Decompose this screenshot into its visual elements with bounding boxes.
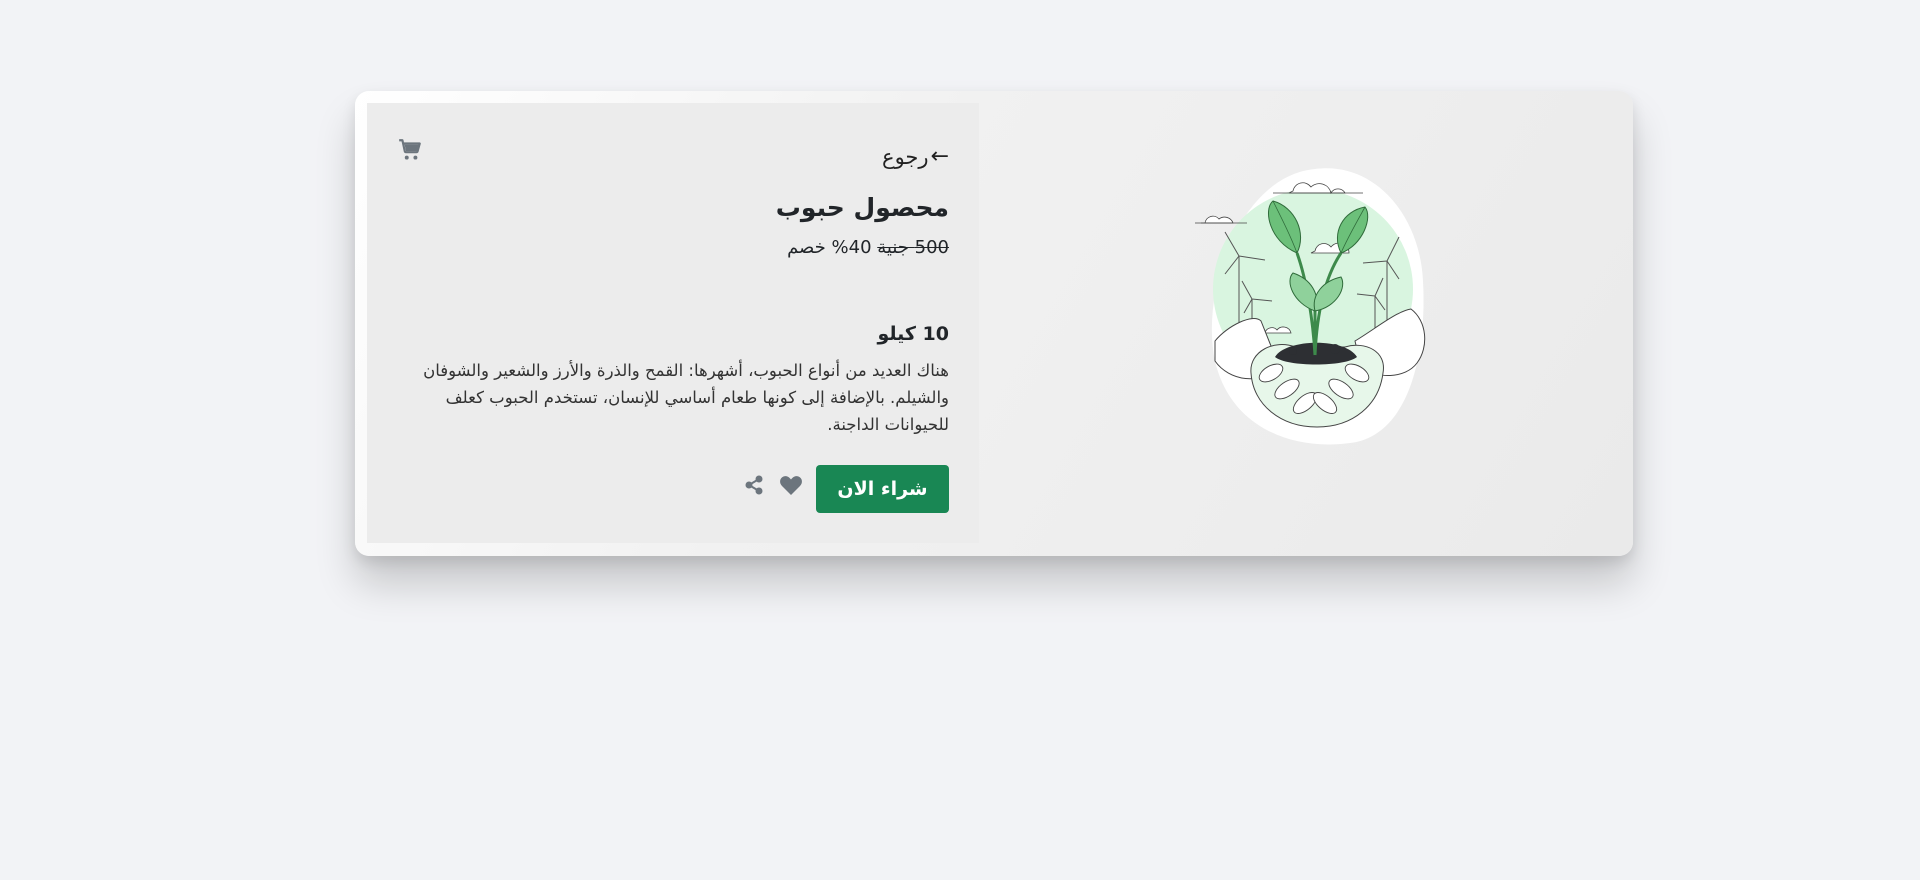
hands-holding-plant-illustration (1195, 168, 1426, 445)
product-description: هناك العديد من أنواع الحبوب، أشهرها: الق… (423, 361, 949, 434)
price-line: 500 جنية 40% خصم (787, 237, 949, 258)
product-card: ← رجوع محصول حبوب 500 جنية 40% خصم 10 كي… (355, 91, 1633, 556)
discount-label: 40% خصم (787, 237, 872, 258)
cart-icon[interactable] (397, 137, 423, 163)
share-icon[interactable] (743, 474, 765, 496)
buy-now-button[interactable]: شراء الان (816, 465, 949, 513)
back-arrow-icon: ← (930, 144, 949, 169)
back-link[interactable]: ← رجوع (882, 145, 949, 169)
heart-icon[interactable] (779, 474, 803, 496)
back-label: رجوع (882, 145, 929, 169)
product-details-panel: ← رجوع محصول حبوب 500 جنية 40% خصم 10 كي… (367, 103, 979, 543)
old-price: 500 جنية (877, 237, 949, 258)
product-title: محصول حبوب (775, 193, 949, 222)
product-weight: 10 كيلو (877, 323, 949, 345)
